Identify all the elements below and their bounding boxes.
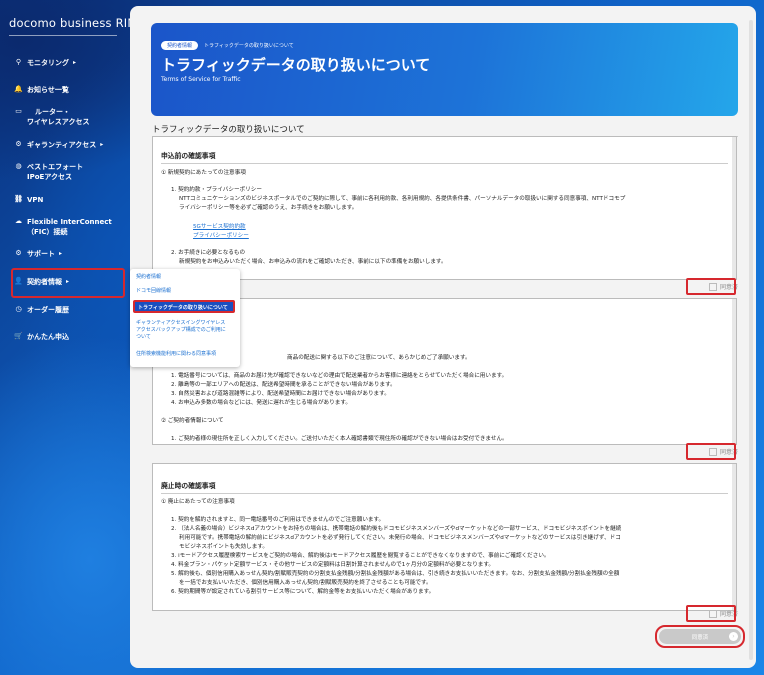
sidebar-item-fic[interactable]: ☁ Flexible InterConnect （FIC）接続 [14, 217, 112, 237]
text-line: ② ご契約者情報について [161, 418, 224, 424]
globe-icon: ◍ [15, 162, 22, 170]
text-line: 3. iモードアクセス履歴検索サービスをご契約の場合、解約後はiモードアクセス履… [171, 553, 550, 559]
sidebar-item-easy-apply[interactable]: 🛒 かんたん申込 [14, 332, 69, 342]
text-line: を一括でお支払いいただき、個別信用購入あっせん契約/割賦販売契約を終了させること… [179, 580, 432, 586]
box-heading: 申込前の確認事項 [161, 152, 216, 160]
section-title: トラフィックデータの取り扱いについて [152, 125, 305, 135]
text-line: 1. 電話番号については、商品のお届け先が確認できないなどの理由で配送業者からお… [171, 373, 508, 379]
page-title: トラフィックデータの取り扱いについて [161, 56, 431, 74]
link-5g-terms[interactable]: 5Gサービス契約約款 [193, 223, 246, 232]
divider [9, 35, 117, 36]
text-line: 2. 離島等の一部エリアへの配送は、配送希望時間を承ることができない場合がありま… [171, 382, 396, 388]
breadcrumb-parent[interactable]: 契約者情報 [161, 41, 199, 50]
submenu-item-guaranty-wireless-2[interactable]: アクセスバックアップ構成でのご利用に [136, 327, 236, 334]
sidebar-item-label: ワイヤレスアクセス [27, 118, 90, 126]
text-line: 1. 契約約款・プライバシーポリシー [171, 187, 262, 193]
text-line: 1. ご契約者様の現住所を正しく入力してください。ご送付いただく本人確認書類で現… [171, 436, 508, 442]
text-line: 2. お手続きに必要となるもの [171, 250, 246, 256]
page-scrollbar[interactable] [749, 20, 753, 660]
text-line: 4. お申込み多数の場合などには、発送に遅れが生じる場合があります。 [171, 400, 351, 406]
sidebar-item-router[interactable]: ▭ ルーター・ワイヤレスアクセス [14, 107, 89, 127]
terms-box-cancellation[interactable]: 廃止時の確認事項 ① 廃止にあたっての注意事項 1. 契約を解約されますと、同一… [152, 463, 737, 611]
cart-icon: 🛒 [14, 332, 23, 340]
submenu-item-docomo-line[interactable]: ドコモ回線情報 [136, 288, 236, 295]
highlight-agree-3 [686, 605, 736, 622]
sidebar-item-label: ギャランティアクセス [27, 141, 97, 149]
page-subtitle: Terms of Service for Traffic [161, 76, 241, 83]
submenu-item-address-search[interactable]: 住所検索機能利用に関わる同意事項 [136, 351, 236, 358]
sidebar-item-order-history[interactable]: ◷ オーダー履歴 [14, 305, 69, 315]
sidebar-item-label: ベストエフォート [27, 163, 84, 171]
cloud-icon: ☁ [15, 217, 22, 225]
text-line: ライバシーポリシー等を必ずご確認のうえ、お手続きをお願いします。 [179, 205, 358, 211]
text-line: 3. 自然災害および道路混雑等により、配送希望時間にお届けできない場合があります… [171, 391, 390, 397]
clock-icon: ◷ [15, 305, 22, 313]
text-line: モビジネスポイントも失効します。 [179, 544, 268, 550]
text-line: 商品の配送に関する以下のご注意について、あらかじめご了承願います。 [287, 355, 471, 361]
chevron-right-icon: ▸ [59, 250, 63, 257]
text-line: 1. 契約を解約されますと、同一電話番号のご利用はできませんのでご注意願います。 [171, 517, 385, 523]
link-icon: ⛓ [14, 195, 23, 203]
divider [161, 163, 728, 164]
sidebar-item-label: ルーター・ [35, 108, 70, 116]
box-heading: 廃止時の確認事項 [161, 482, 216, 490]
text-line: 2. （法人名義の場合）ビジネスdアカウントをお持ちの場合は、携帯電話の解約後も… [171, 526, 622, 532]
submenu-item-traffic-data[interactable]: トラフィックデータの取り扱いについて [133, 300, 235, 313]
scrollbar[interactable] [732, 464, 736, 610]
highlight-submit [655, 625, 745, 648]
link-privacy-policy[interactable]: プライバシーポリシー [193, 232, 249, 241]
highlight-agree-2 [686, 443, 736, 460]
sidebar-item-support[interactable]: ⚙ サポート ▸ [14, 249, 62, 259]
sidebar-item-label: VPN [27, 196, 44, 204]
sidebar-item-notices[interactable]: 🔔 お知らせ一覧 [14, 85, 69, 95]
breadcrumb-current: トラフィックデータの取り扱いについて [204, 43, 294, 49]
router-icon: ▭ [15, 107, 22, 115]
contract-submenu: 契約者情報 ドコモ回線情報 トラフィックデータの取り扱いについて ギャランティア… [130, 269, 240, 367]
text-line: 利用可能です。携帯電話の解約前にビジネスdアカウントを必ず発行してください。未発… [179, 535, 621, 541]
sidebar-item-label: サポート [27, 250, 55, 258]
highlight-agree-1 [686, 278, 736, 295]
sidebar-item-label: IPoEアクセス [27, 173, 72, 181]
text-line: 4. 料金プラン・パケット定額サービス・その他サービスの定額料は日割計算されませ… [171, 562, 495, 568]
gear-icon: ⚙ [15, 140, 22, 148]
settings-icon: ⚙ [15, 249, 22, 257]
chevron-right-icon: ▸ [100, 141, 104, 148]
text-line: NTTコミュニケーションズのビジネスポータルでのご契約に際して、事前に各利用約款… [179, 196, 626, 202]
sidebar-item-vpn[interactable]: ⛓ VPN [14, 195, 43, 205]
submenu-item-guaranty-wireless-3[interactable]: ついて [136, 334, 236, 341]
divider [161, 493, 728, 494]
text-line: 5. 解約後も、個別信用購入あっせん契約/割賦販売契約の分割支払金残額/分割払金… [171, 571, 620, 577]
highlight-contract [11, 268, 125, 298]
sidebar-item-label: オーダー履歴 [27, 306, 69, 314]
bell-icon: 🔔 [14, 85, 23, 93]
sidebar-item-label: モニタリング [27, 59, 69, 67]
sidebar-item-label: （FIC）接続 [27, 228, 68, 236]
breadcrumb: 契約者情報 トラフィックデータの取り扱いについて [161, 41, 294, 50]
terms-box-application[interactable]: 申込前の確認事項 ① 新規契約にあたっての注意事項 1. 契約約款・プライバシー… [152, 136, 737, 280]
scrollbar[interactable] [732, 137, 736, 279]
text-line: 6. 契約期間等が設定されている割引サービス等について、解約金等をお支払いいただ… [171, 589, 435, 595]
sidebar-item-ipoe[interactable]: ◍ ベストエフォート IPoEアクセス [14, 162, 83, 182]
search-icon: ⚲ [15, 58, 22, 66]
chevron-right-icon: ▸ [73, 59, 77, 66]
submenu-item-contract-info[interactable]: 契約者情報 [136, 274, 236, 281]
sidebar-item-label: Flexible InterConnect [27, 218, 112, 226]
text-line: 新規契約をお申込みいただく場合、お申込みの流れをご確認いただき、事前に以下の準備… [179, 259, 447, 265]
scrollbar[interactable] [732, 299, 736, 444]
sidebar-item-label: お知らせ一覧 [27, 86, 69, 94]
sidebar-item-label: かんたん申込 [27, 333, 69, 341]
sidebar-item-monitoring[interactable]: ⚲ モニタリング ▸ [14, 58, 76, 68]
text-line: ① 新規契約にあたっての注意事項 [161, 170, 246, 176]
submenu-item-guaranty-wireless-1[interactable]: ギャランティアクセスイングワイヤレス [136, 320, 236, 327]
sidebar-item-guaranty[interactable]: ⚙ ギャランティアクセス ▸ [14, 140, 103, 150]
brand-logo: docomo business RINK [9, 16, 144, 30]
page-header: 契約者情報 トラフィックデータの取り扱いについて トラフィックデータの取り扱いに… [151, 23, 738, 116]
text-line: ① 廃止にあたっての注意事項 [161, 499, 235, 505]
